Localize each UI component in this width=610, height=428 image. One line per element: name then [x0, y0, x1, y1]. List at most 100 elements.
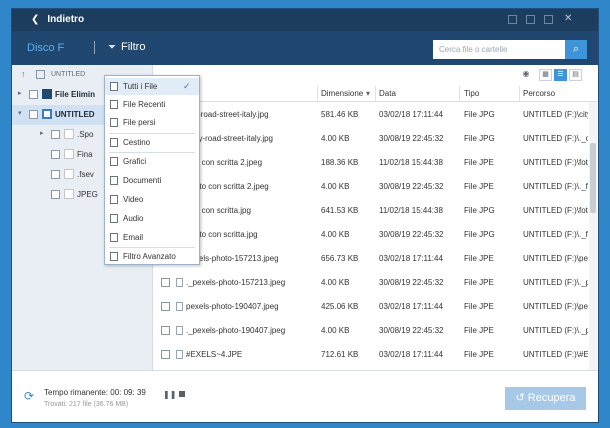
filter-option-email[interactable]: Email	[105, 229, 199, 246]
stop-icon[interactable]	[179, 391, 185, 397]
file-name: foto con scritta 2.jpeg	[186, 158, 263, 167]
scroll-thumb[interactable]	[590, 143, 596, 213]
table-row[interactable]: _city-road-street-italy.jpg 4.00 KB 30/08/…	[153, 127, 598, 151]
checkbox[interactable]	[29, 110, 38, 119]
filter-option-audio[interactable]: Audio	[105, 210, 199, 227]
row-checkbox[interactable]	[161, 326, 170, 335]
filter-option-lost[interactable]: File persi	[105, 114, 199, 131]
file-size: 656.73 KB	[321, 254, 359, 263]
chevron-left-icon: ❮	[31, 14, 40, 25]
image-icon	[110, 157, 118, 166]
file-name: pexels-photo-157213.jpeg	[186, 254, 279, 263]
column-size[interactable]: Dimensione	[321, 89, 363, 98]
disk-tab[interactable]: Disco F	[27, 42, 64, 54]
table-row[interactable]: ._pexels-photo-157213.jpeg 4.00 KB 30/08/1…	[153, 271, 598, 295]
image-file-icon	[176, 278, 183, 287]
search-icon[interactable]: ⌕	[565, 40, 587, 59]
maximize-icon[interactable]	[544, 15, 553, 24]
file-size: 188.36 KB	[321, 158, 359, 167]
close-icon[interactable]: ✕	[564, 13, 573, 24]
file-path: UNTITLED (F:)\pexel	[523, 254, 588, 263]
table-row[interactable]: #EXELS~4.JPE 712.61 KB 03/02/18 17:11:44 Fi…	[153, 343, 598, 367]
filter-option-video[interactable]: Video	[105, 191, 199, 208]
row-checkbox[interactable]	[161, 350, 170, 359]
file-name: _city-road-street-italy.jpg	[186, 134, 273, 143]
filter-button[interactable]: ⏷ Filtro	[108, 41, 145, 53]
file-date: 03/02/18 17:11:44	[379, 302, 443, 311]
row-checkbox[interactable]	[161, 302, 170, 311]
file-type: File JPE	[464, 278, 494, 287]
file-type: File JPG	[464, 230, 495, 239]
collapse-icon[interactable]: ▾	[18, 109, 22, 117]
checkbox[interactable]	[51, 150, 60, 159]
checkbox[interactable]	[51, 190, 60, 199]
document-icon	[110, 176, 118, 185]
checkbox[interactable]	[29, 90, 38, 99]
file-icon	[110, 100, 118, 109]
column-date[interactable]: Data	[379, 89, 396, 98]
checkbox[interactable]	[51, 170, 60, 179]
filter-dropdown: Tutti i File ✓ File Recenti File persi Ce…	[104, 75, 200, 265]
filter-option-advanced[interactable]: Filtro Avanzato	[105, 248, 199, 265]
checkmark-icon: ✓	[183, 81, 191, 91]
file-type: File JPG	[464, 134, 495, 143]
table-row[interactable]: pexels-photo-190407.jpeg 425.06 KB 03/02/1…	[153, 295, 598, 319]
trash-icon	[42, 89, 52, 99]
file-date: 03/02/18 17:11:44	[379, 254, 443, 263]
vertical-scrollbar[interactable]	[589, 102, 597, 370]
up-arrow-icon[interactable]: ↑	[21, 69, 26, 79]
file-type: File JPG	[464, 110, 495, 119]
drive-icon	[36, 70, 45, 79]
file-icon	[110, 82, 118, 91]
file-date: 03/02/18 17:11:44	[379, 110, 443, 119]
image-file-icon	[176, 302, 183, 311]
back-button[interactable]: ❮ Indietro	[31, 14, 84, 25]
column-type[interactable]: Tipo	[464, 89, 479, 98]
eye-icon[interactable]: ◉	[519, 69, 533, 81]
file-size: 4.00 KB	[321, 134, 350, 143]
details-view-icon[interactable]: ▤	[569, 69, 582, 81]
pause-icon[interactable]: ❚❚	[163, 390, 176, 399]
audio-icon	[110, 214, 118, 223]
file-size: 641.53 KB	[321, 206, 359, 215]
filter-option-graphics[interactable]: Grafici	[105, 153, 199, 170]
toolbar-header: Disco F ⏷ Filtro Cerca file o cartelle ⌕	[12, 31, 598, 65]
file-size: 712.61 KB	[321, 350, 359, 359]
column-separator	[459, 86, 460, 101]
file-name: ._foto con scritta.jpg	[186, 230, 258, 239]
filter-option-documents[interactable]: Documenti	[105, 172, 199, 189]
search-input[interactable]: Cerca file o cartelle	[433, 40, 565, 59]
filter-option-trash[interactable]: Cestino	[105, 134, 199, 151]
file-path: UNTITLED (F:)\._pe	[523, 326, 588, 335]
funnel-icon: ⏷	[108, 42, 116, 53]
trash-icon	[110, 138, 118, 147]
remaining-time: Tempo rimanente: 00: 09: 39	[44, 388, 146, 397]
table-row[interactable]: ._foto con scritta.jpg 4.00 KB 30/08/19 22…	[153, 223, 598, 247]
expand-icon[interactable]: ▸	[18, 89, 22, 97]
column-path[interactable]: Percorso	[523, 89, 555, 98]
filter-option-recent[interactable]: File Recenti	[105, 96, 199, 113]
list-view-icon[interactable]: ☰	[554, 69, 567, 81]
help-icon[interactable]	[508, 15, 517, 24]
expand-icon[interactable]: ▸	[40, 129, 44, 137]
file-size: 4.00 KB	[321, 278, 350, 287]
file-name: pexels-photo-190407.jpeg	[186, 302, 279, 311]
file-date: 11/02/18 15:44:38	[379, 158, 443, 167]
file-date: 30/08/19 22:45:32	[379, 326, 444, 335]
file-name: city-road-street-italy.jpg	[186, 110, 269, 119]
table-row[interactable]: ._pexels-photo-190407.jpeg 4.00 KB 30/08/1…	[153, 319, 598, 343]
table-row[interactable]: foto con scritta.jpg 641.53 KB 11/02/18 15…	[153, 199, 598, 223]
table-row[interactable]: foto con scritta 2.jpeg 188.36 KB 11/02/18…	[153, 151, 598, 175]
row-checkbox[interactable]	[161, 278, 170, 287]
file-type: File JPE	[464, 182, 494, 191]
recover-button[interactable]: ↺ Recupera	[505, 387, 586, 410]
filter-option-all[interactable]: Tutti i File ✓	[105, 78, 199, 95]
checkbox[interactable]	[51, 130, 60, 139]
table-row[interactable]: pexels-photo-157213.jpeg 656.73 KB 03/02/1…	[153, 247, 598, 271]
grid-view-icon[interactable]: ▦	[539, 69, 552, 81]
minimize-icon[interactable]	[526, 15, 535, 24]
table-row[interactable]: city-road-street-italy.jpg 581.46 KB 03/02…	[153, 103, 598, 127]
file-path: UNTITLED (F:)\._fo	[523, 230, 588, 239]
sort-down-icon: ▾	[366, 89, 371, 98]
table-row[interactable]: ._foto con scritta 2.jpeg 4.00 KB 30/08/19…	[153, 175, 598, 199]
